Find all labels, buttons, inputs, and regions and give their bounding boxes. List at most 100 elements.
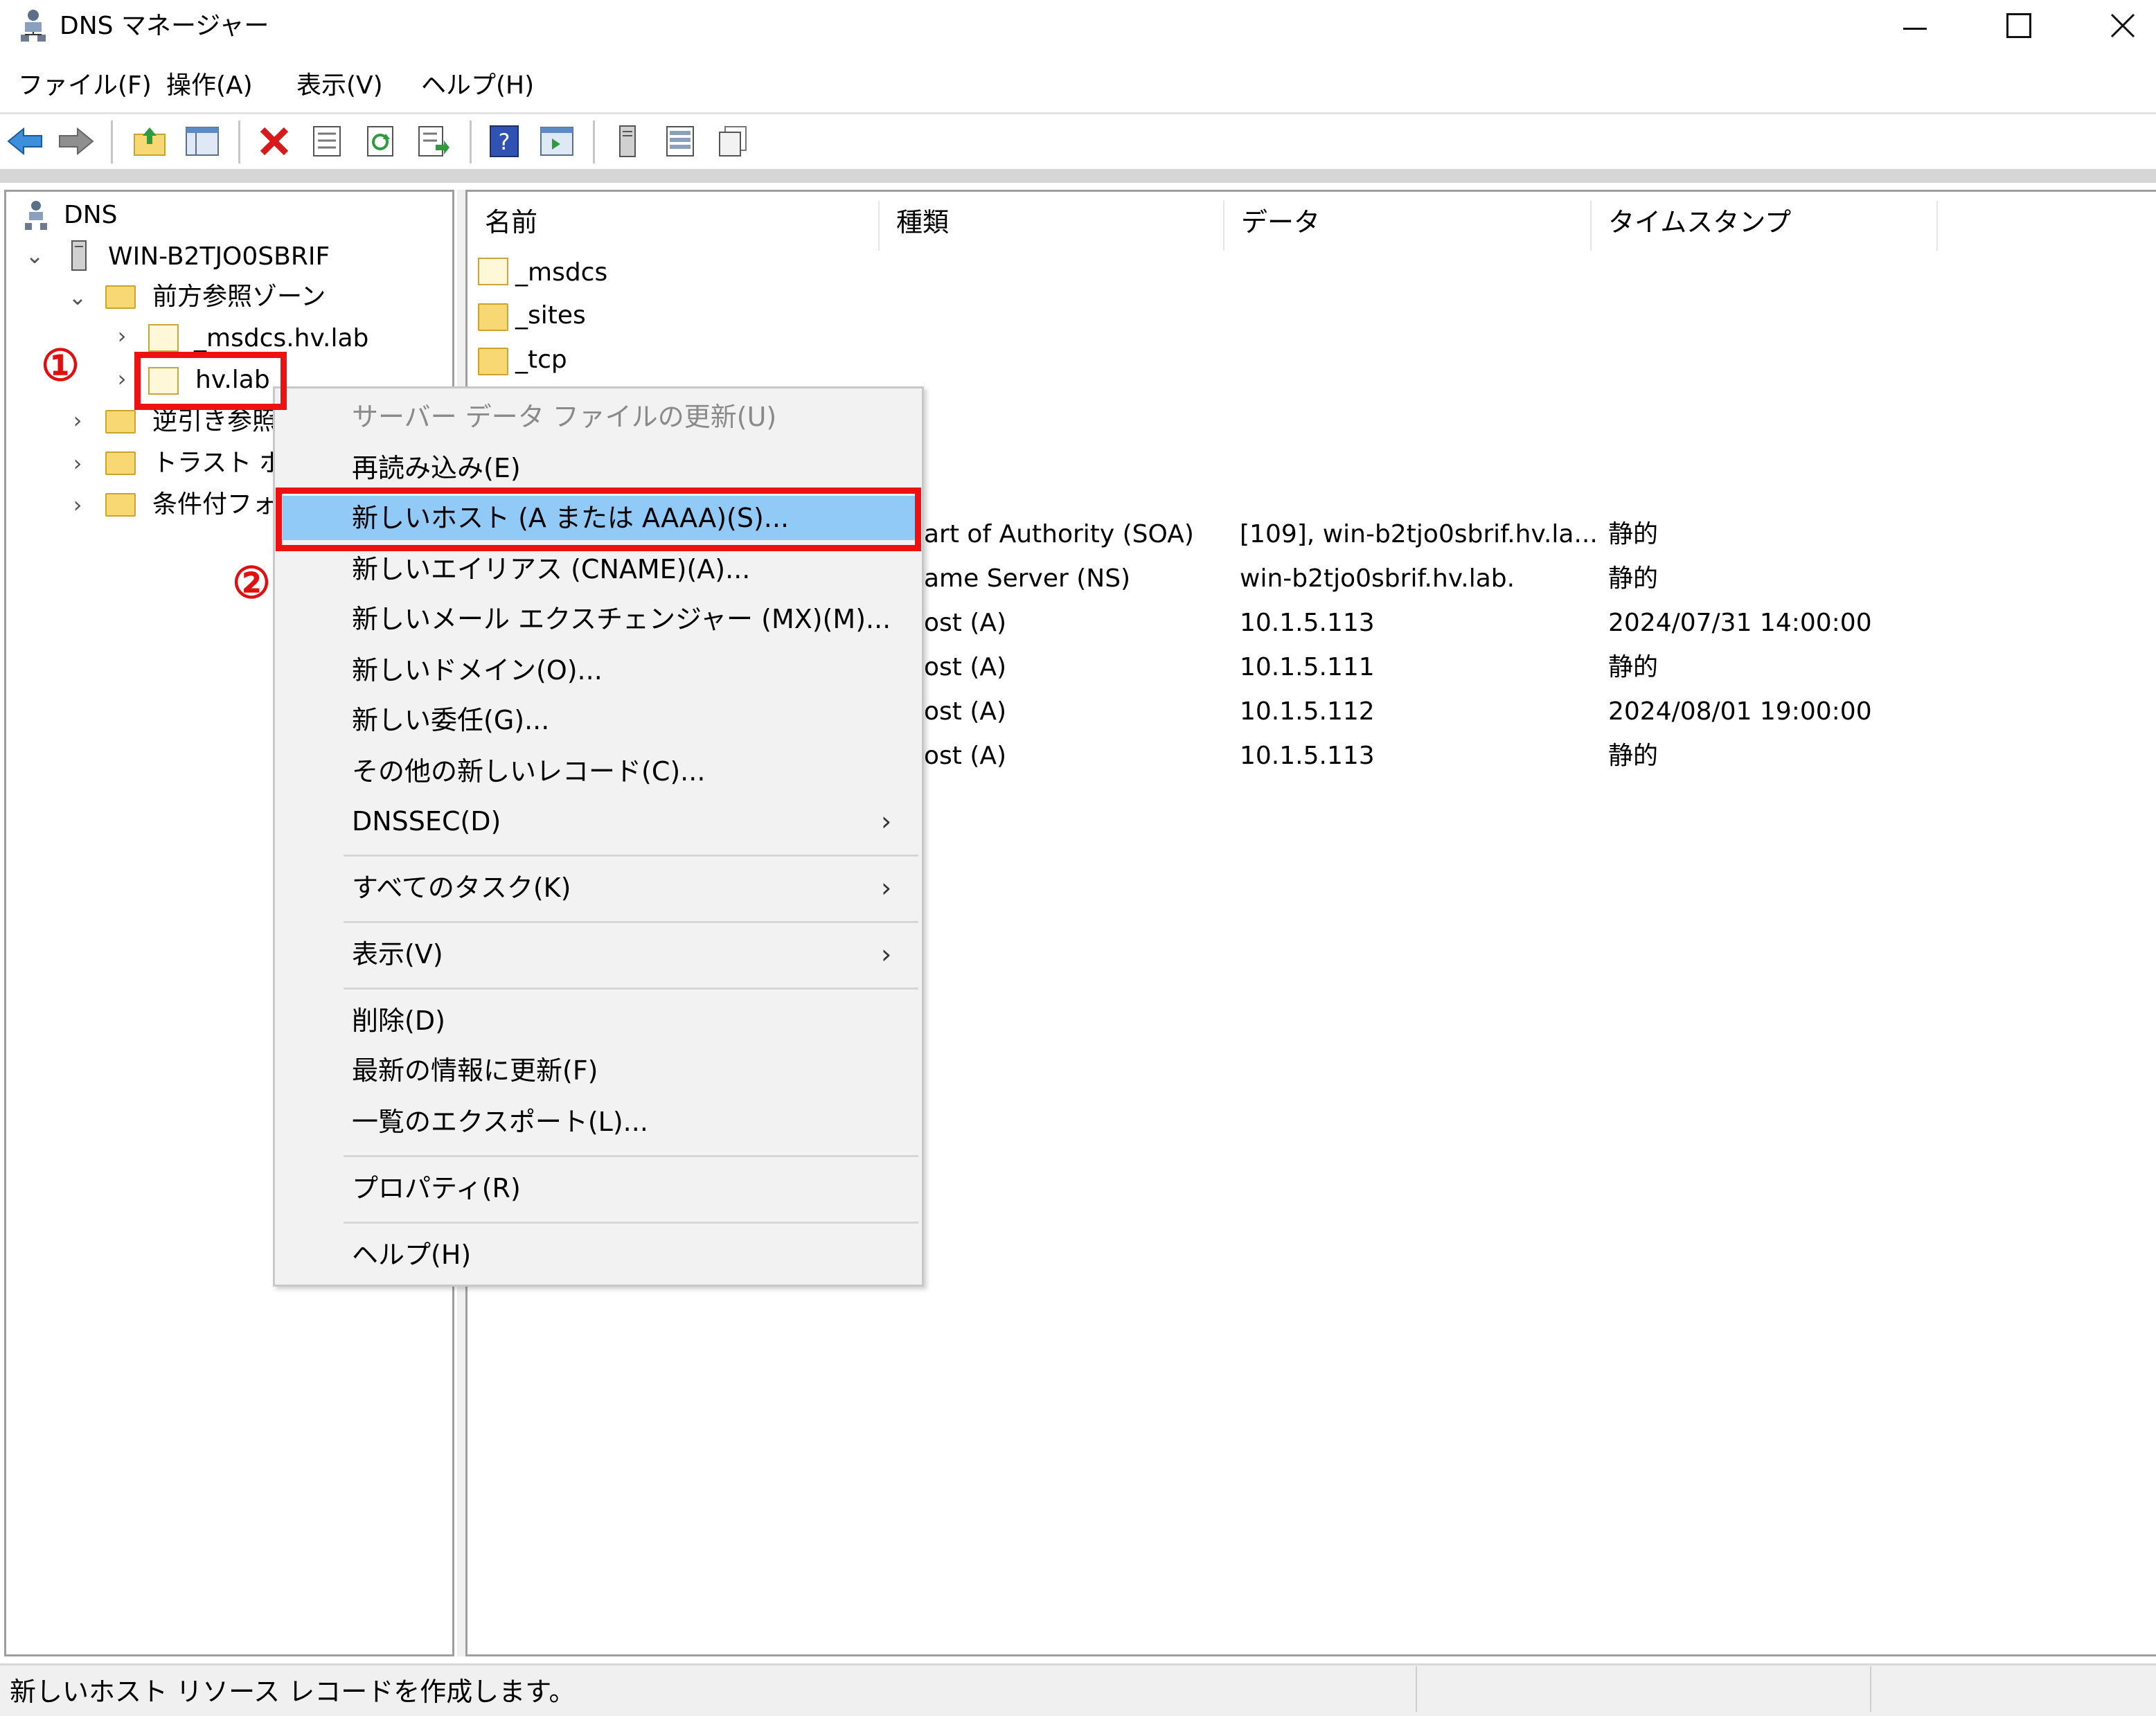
record-data: win-b2tjo0sbrif.hv.lab. [1240, 564, 1515, 593]
toolbar-separator [470, 120, 472, 163]
record-timestamp: 静的 [1608, 520, 1659, 548]
properties-icon [313, 126, 341, 157]
show-hide-tree-button[interactable] [184, 123, 220, 159]
menu-item-dnssec[interactable]: DNSSEC(D) [352, 802, 501, 841]
toolbar-separator [593, 120, 595, 163]
record-timestamp: 静的 [1608, 742, 1659, 770]
back-button[interactable] [7, 123, 43, 159]
zone-folder-icon [478, 258, 508, 285]
chevron-right-icon[interactable]: › [64, 450, 91, 476]
record-data: [109], win-b2tjo0sbrif.hv.la... [1240, 520, 1598, 548]
maximize-icon [2006, 13, 2031, 38]
properties-button[interactable] [309, 123, 345, 159]
toolbar-separator [111, 120, 113, 163]
menu-separator [344, 855, 918, 857]
menu-separator [344, 987, 918, 990]
close-button[interactable] [2071, 0, 2156, 51]
copy-record-icon [719, 126, 747, 157]
minimize-button[interactable] [1863, 0, 1967, 51]
record-type: ost (A) [924, 609, 1007, 637]
dns-manager-icon [21, 10, 46, 42]
tree-item-dns[interactable]: DNS [64, 198, 118, 233]
menu-item-reload[interactable]: 再読み込み(E) [352, 449, 521, 488]
tree-item-server[interactable]: WIN-B2TJO0SBRIF [108, 240, 330, 274]
status-divider [1870, 1666, 1871, 1712]
close-icon [2110, 13, 2135, 38]
menu-item-new-delegation[interactable]: 新しい委任(G)... [352, 701, 549, 740]
show-hide-tree-icon [186, 127, 219, 156]
export-list-icon [418, 126, 449, 157]
submenu-arrow-icon: › [881, 939, 892, 969]
menu-separator [344, 1222, 918, 1224]
record-timestamp: 静的 [1608, 653, 1659, 681]
menu-item-all-tasks[interactable]: すべてのタスク(K) [352, 868, 571, 907]
record-type: ost (A) [924, 742, 1007, 770]
chevron-right-icon[interactable]: › [64, 492, 91, 518]
folder-icon [105, 493, 136, 517]
menu-separator [344, 1155, 918, 1157]
list-item-name: _sites [515, 301, 586, 330]
dns-root-icon [25, 201, 47, 230]
up-level-button[interactable] [132, 123, 168, 159]
tree-item-forward-zones[interactable]: 前方参照ゾーン [152, 280, 326, 314]
toolbar-bottom-border [0, 169, 2156, 183]
menu-divider [0, 112, 2156, 114]
chevron-down-icon[interactable]: ⌄ [64, 284, 91, 310]
record-data: 10.1.5.111 [1240, 653, 1375, 681]
record-type: ost (A) [924, 697, 1007, 726]
refresh-icon [367, 126, 393, 157]
menu-item-properties[interactable]: プロパティ(R) [352, 1169, 521, 1208]
submenu-arrow-icon: › [881, 873, 892, 903]
zone-icon [148, 324, 179, 352]
delete-button[interactable] [256, 123, 292, 159]
record-list-button[interactable] [662, 123, 698, 159]
window-title: DNS マネージャー [60, 12, 269, 40]
svg-text:?: ? [499, 129, 510, 155]
annotation-box-step1 [134, 352, 287, 410]
folder-icon [105, 410, 136, 434]
column-header-timestamp[interactable]: タイムスタンプ [1592, 201, 1938, 251]
menu-action[interactable]: 操作(A) [166, 66, 253, 105]
menu-item-other-records[interactable]: その他の新しいレコード(C)... [352, 752, 705, 791]
menu-item-refresh[interactable]: 最新の情報に更新(F) [352, 1051, 598, 1090]
tree-item-msdcs-zone[interactable]: _msdcs.hv.lab [194, 321, 368, 356]
menu-item-new-domain[interactable]: 新しいドメイン(O)... [352, 651, 603, 690]
export-list-button[interactable] [416, 123, 452, 159]
record-timestamp: 静的 [1608, 564, 1659, 593]
forward-arrow-icon [59, 127, 94, 155]
action-pane-button[interactable] [539, 123, 575, 159]
menu-view[interactable]: 表示(V) [296, 66, 383, 105]
delete-icon [260, 127, 289, 156]
chevron-right-icon[interactable]: › [108, 366, 136, 392]
record-data: 10.1.5.113 [1240, 609, 1375, 637]
menu-file[interactable]: ファイル(F) [18, 66, 152, 105]
menu-item-delete[interactable]: 削除(D) [352, 1001, 445, 1040]
column-header-type[interactable]: 種類 [880, 201, 1224, 251]
up-folder-icon [134, 127, 166, 156]
column-header-name[interactable]: 名前 [468, 201, 880, 251]
menu-item-help[interactable]: ヘルプ(H) [352, 1235, 471, 1274]
menu-item-view[interactable]: 表示(V) [352, 935, 443, 974]
refresh-button[interactable] [363, 123, 399, 159]
menu-help[interactable]: ヘルプ(H) [421, 66, 534, 105]
help-button[interactable]: ? [486, 123, 522, 159]
chevron-down-icon[interactable]: ⌄ [21, 242, 48, 269]
server-button[interactable] [609, 123, 645, 159]
maximize-button[interactable] [1967, 0, 2071, 51]
copy-record-button[interactable] [715, 123, 751, 159]
chevron-right-icon[interactable]: › [64, 407, 91, 434]
chevron-right-icon[interactable]: › [108, 323, 136, 349]
status-divider [1416, 1666, 1417, 1712]
tree-item-conditional-forwarders[interactable]: 条件付フォ [152, 488, 277, 522]
record-type: art of Authority (SOA) [924, 520, 1194, 548]
server-icon [619, 125, 636, 157]
menu-item-export-list[interactable]: 一覧のエクスポート(L)... [352, 1102, 648, 1141]
menu-item-new-mx[interactable]: 新しいメール エクスチェンジャー (MX)(M)... [352, 600, 891, 638]
menu-item-new-alias[interactable]: 新しいエイリアス (CNAME)(A)... [352, 550, 750, 589]
forward-button[interactable] [58, 123, 94, 159]
column-header-data[interactable]: データ [1224, 201, 1592, 251]
record-data: 10.1.5.113 [1240, 742, 1375, 770]
record-type: ame Server (NS) [924, 564, 1131, 593]
folder-icon [478, 303, 508, 331]
title-bar [0, 0, 2156, 51]
